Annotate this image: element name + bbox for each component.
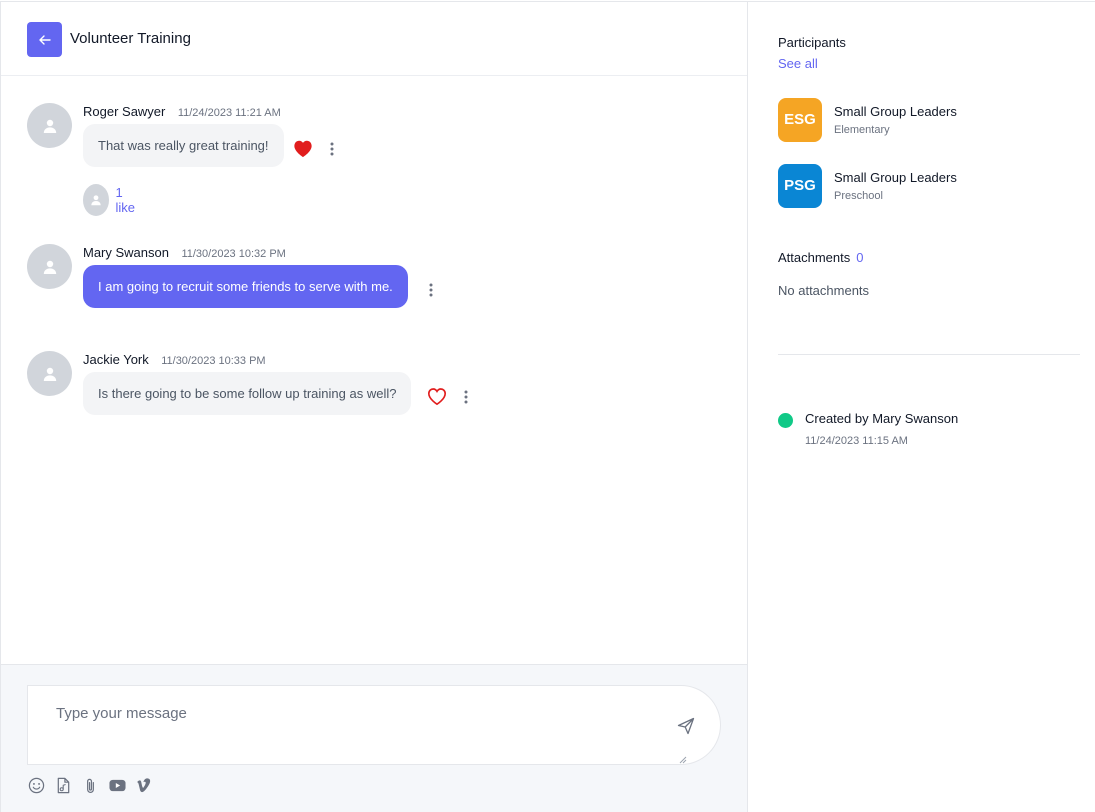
attachments-count: 0 [856, 250, 864, 265]
avatar[interactable] [83, 184, 110, 216]
message-input[interactable] [28, 686, 668, 764]
heart-outline-icon[interactable] [426, 386, 448, 406]
message-author: Roger Sawyer [83, 104, 166, 119]
paperclip-icon [86, 778, 94, 793]
message-options-button[interactable] [327, 140, 337, 158]
group-subtitle: Elementary [834, 123, 890, 136]
participant-group[interactable]: PSG Small Group Leaders Preschool [778, 163, 957, 208]
group-text: Small Group Leaders Elementary [834, 104, 957, 136]
emoji-icon [28, 777, 44, 793]
group-name: Small Group Leaders [834, 169, 957, 185]
chat-panel: Volunteer Training Roger Sawyer 11/24/20… [0, 1, 748, 812]
group-badge: ESG [778, 97, 822, 142]
kebab-icon [464, 390, 468, 404]
participant-group[interactable]: ESG Small Group Leaders Elementary [778, 97, 957, 142]
page-title: Volunteer Training [70, 30, 191, 47]
attachments-heading: Attachments 0 [778, 250, 864, 265]
file-button[interactable] [54, 776, 72, 794]
message-author: Jackie York [83, 352, 149, 367]
group-text: Small Group Leaders Preschool [834, 170, 957, 202]
divider [778, 354, 1080, 355]
likes-count-link[interactable]: 1 like [115, 185, 140, 215]
user-icon [43, 260, 56, 274]
no-attachments-text: No attachments [778, 283, 870, 298]
user-icon [43, 119, 56, 133]
heart-filled-icon[interactable] [292, 138, 314, 158]
vimeo-button[interactable] [135, 776, 153, 794]
message-bubble: I am going to recruit some friends to se… [83, 265, 408, 308]
message-composer [1, 664, 747, 812]
message-bubble: That was really great training! [83, 124, 284, 167]
group-badge: PSG [778, 163, 822, 208]
arrow-left-icon [38, 34, 51, 45]
status-dot [778, 413, 793, 428]
file-icon [57, 777, 69, 793]
attachments-title: Attachments [778, 250, 851, 265]
message-meta: Mary Swanson 11/30/2023 10:32 PM [83, 244, 286, 262]
message-list: Roger Sawyer 11/24/2023 11:21 AM That wa… [1, 77, 747, 664]
message-meta: Jackie York 11/30/2023 10:33 PM [83, 351, 266, 369]
youtube-icon [108, 779, 126, 791]
youtube-button[interactable] [108, 776, 126, 794]
likes-row: 1 like [83, 184, 141, 216]
see-all-link[interactable]: See all [778, 56, 818, 71]
participants-title: Participants [778, 35, 846, 50]
message-input-box [27, 685, 721, 765]
avatar[interactable] [27, 351, 72, 396]
composer-toolbar [27, 776, 162, 794]
user-icon [91, 195, 101, 206]
details-sidebar: Participants See all ESG Small Group Lea… [748, 1, 1095, 812]
created-at-text: 11/24/2023 11:15 AM [805, 435, 908, 447]
avatar[interactable] [27, 244, 72, 289]
avatar[interactable] [27, 103, 72, 148]
created-by-text: Created by Mary Swanson [805, 411, 959, 426]
message-options-button[interactable] [426, 281, 436, 299]
send-icon[interactable] [676, 716, 696, 736]
message-time: 11/30/2023 10:32 PM [181, 248, 286, 260]
message-bubble: Is there going to be some follow up trai… [83, 372, 412, 415]
resize-grip-icon[interactable] [679, 756, 687, 764]
message-author: Mary Swanson [83, 245, 169, 260]
attach-button[interactable] [81, 776, 99, 794]
group-name: Small Group Leaders [834, 103, 957, 119]
kebab-icon [330, 142, 334, 156]
emoji-button[interactable] [27, 776, 45, 794]
kebab-icon [429, 283, 433, 297]
message-time: 11/24/2023 11:21 AM [177, 107, 281, 119]
vimeo-icon [137, 777, 151, 792]
message-time: 11/30/2023 10:33 PM [161, 355, 266, 367]
group-subtitle: Preschool [834, 189, 883, 202]
chat-header: Volunteer Training [1, 2, 747, 76]
back-button[interactable] [27, 22, 62, 57]
user-icon [43, 367, 56, 381]
message-meta: Roger Sawyer 11/24/2023 11:21 AM [83, 103, 281, 121]
message-options-button[interactable] [461, 388, 471, 406]
